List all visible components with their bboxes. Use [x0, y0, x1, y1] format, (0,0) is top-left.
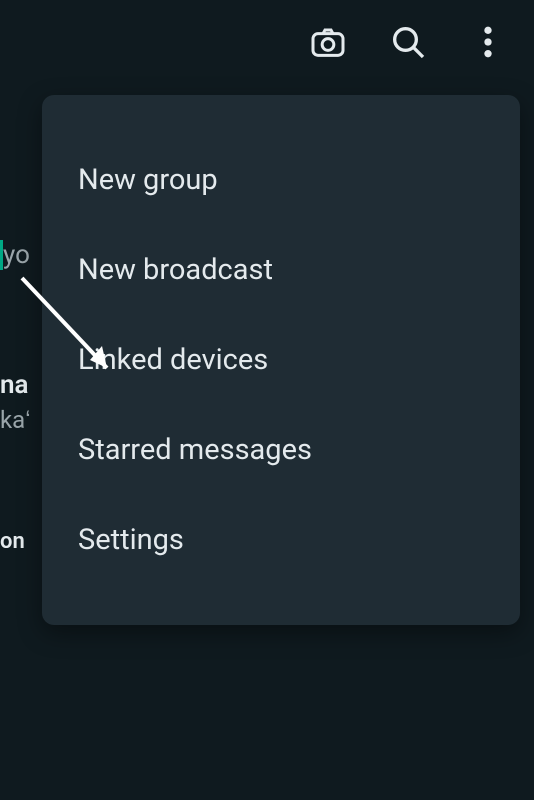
camera-icon[interactable]	[306, 20, 350, 64]
bg-fragment: na	[0, 370, 31, 400]
background-chat-list: yo na kaʻ on	[0, 200, 31, 615]
search-icon[interactable]	[386, 20, 430, 64]
menu-item-new-broadcast[interactable]: New broadcast	[42, 225, 520, 315]
menu-item-label: New broadcast	[78, 253, 273, 287]
bg-fragment: yo	[3, 240, 30, 270]
more-vert-icon[interactable]	[466, 20, 510, 64]
menu-item-label: Linked devices	[78, 343, 268, 377]
overflow-menu: New group New broadcast Linked devices S…	[42, 95, 520, 625]
bg-fragment: kaʻ	[0, 406, 31, 435]
menu-item-new-group[interactable]: New group	[42, 135, 520, 225]
menu-item-settings[interactable]: Settings	[42, 495, 520, 585]
bg-fragment: on	[0, 529, 25, 554]
menu-item-label: New group	[78, 163, 218, 197]
menu-item-linked-devices[interactable]: Linked devices	[42, 315, 520, 405]
toolbar	[0, 0, 534, 84]
menu-item-label: Starred messages	[78, 433, 312, 467]
menu-item-label: Settings	[78, 523, 184, 557]
menu-item-starred-messages[interactable]: Starred messages	[42, 405, 520, 495]
